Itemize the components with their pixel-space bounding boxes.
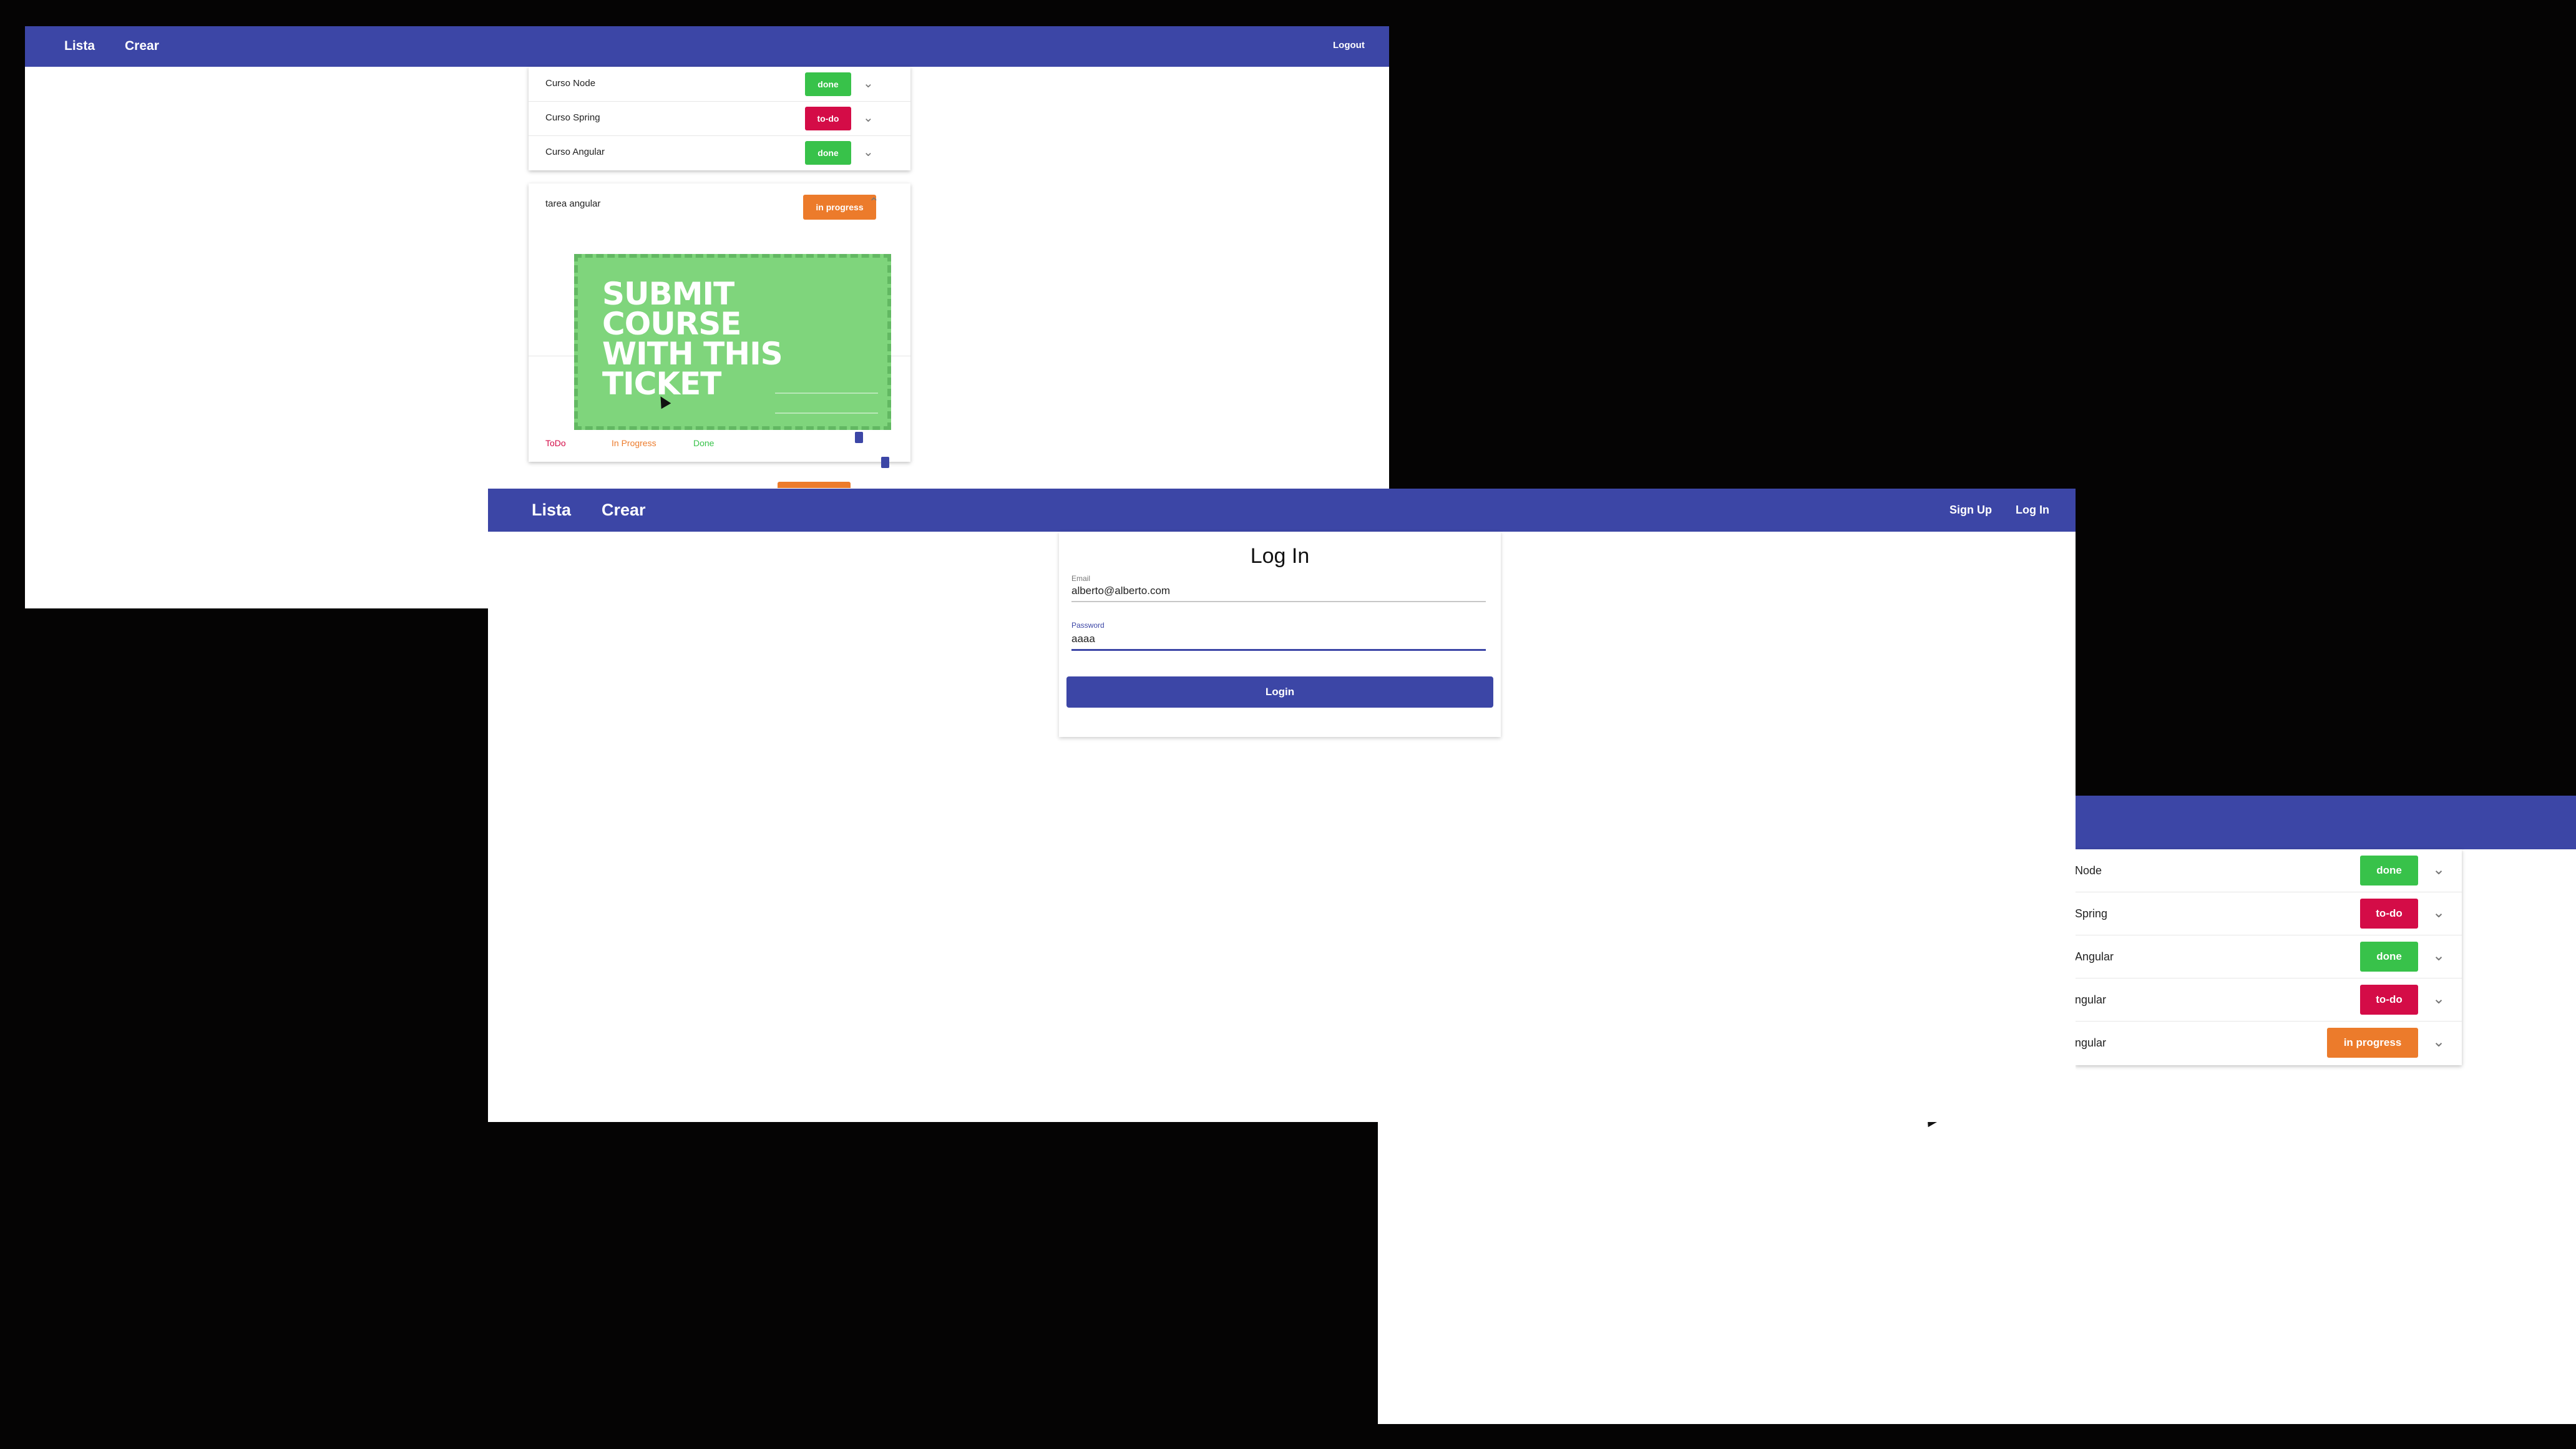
- task-name: Curso Node: [545, 78, 596, 89]
- status-badge-in-progress[interactable]: in progress: [2327, 1028, 2418, 1058]
- chevron-down-icon[interactable]: ⌄: [2432, 990, 2445, 1008]
- login-link[interactable]: Log In: [2016, 504, 2049, 517]
- ticket-fine-print: [775, 393, 878, 414]
- task-row[interactable]: Curso Node done ⌄: [529, 67, 910, 102]
- task-name: ngular: [2075, 1037, 2107, 1049]
- status-badge-done[interactable]: done: [805, 72, 851, 96]
- login-button[interactable]: Login: [1066, 676, 1493, 708]
- task-row[interactable]: Angular done ⌄: [2075, 935, 2462, 978]
- ticket-image-text: SUBMIT COURSE WITH THIS TICKET: [602, 276, 783, 402]
- status-badge-done[interactable]: done: [2360, 942, 2418, 972]
- task-row[interactable]: Curso Spring to-do ⌄: [529, 101, 910, 136]
- chevron-down-icon[interactable]: ⌄: [2432, 1033, 2445, 1051]
- delete-icon[interactable]: [881, 457, 889, 468]
- top-navbar: Lista Crear Logout: [25, 26, 1389, 67]
- task-name: Node: [2075, 864, 2102, 877]
- status-badge-done[interactable]: done: [2360, 856, 2418, 886]
- chevron-down-icon[interactable]: ⌄: [863, 110, 874, 125]
- password-label: Password: [1071, 621, 1105, 630]
- task-name: ngular: [2075, 993, 2107, 1006]
- status-badge-partial[interactable]: [778, 482, 851, 488]
- logout-link[interactable]: Logout: [1333, 40, 1365, 51]
- top-navbar: [2075, 796, 2576, 849]
- login-card: Log In Email alberto@alberto.com Passwor…: [1059, 532, 1501, 737]
- status-badge-done[interactable]: done: [805, 141, 851, 165]
- email-underline: [1071, 601, 1486, 602]
- task-row[interactable]: Curso Angular done ⌄: [529, 135, 910, 170]
- status-badge-todo[interactable]: to-do: [2360, 985, 2418, 1015]
- task-name: Curso Spring: [545, 112, 600, 123]
- task-name: Spring: [2075, 907, 2108, 920]
- chevron-down-icon[interactable]: ⌄: [863, 76, 874, 91]
- task-row[interactable]: Spring to-do ⌄: [2075, 892, 2462, 935]
- login-window: Lista Crear Sign Up Log In Log In Email …: [488, 489, 2076, 1122]
- task-list-card: Curso Node done ⌄ Curso Spring to-do ⌄ C…: [529, 67, 910, 170]
- nav-lista-link[interactable]: Lista: [64, 39, 95, 54]
- task-name: tarea angular: [545, 198, 601, 209]
- task-list-card: Node done ⌄ Spring to-do ⌄ Angular done …: [2075, 849, 2462, 1065]
- status-badge-todo[interactable]: to-do: [805, 107, 851, 130]
- nav-crear-link[interactable]: Crear: [125, 39, 159, 54]
- chevron-down-icon[interactable]: ⌄: [2432, 904, 2445, 922]
- task-row[interactable]: ngular in progress ⌄: [2075, 1022, 2462, 1064]
- password-underline: [1071, 649, 1486, 651]
- chevron-down-icon[interactable]: ⌄: [2432, 947, 2445, 965]
- signup-link[interactable]: Sign Up: [1949, 504, 1992, 517]
- login-title: Log In: [1250, 544, 1310, 568]
- status-badge-todo[interactable]: to-do: [2360, 899, 2418, 929]
- status-badge-in-progress[interactable]: in progress: [803, 195, 876, 220]
- done-action[interactable]: Done: [693, 438, 714, 448]
- email-field[interactable]: alberto@alberto.com: [1071, 585, 1170, 597]
- delete-icon[interactable]: [855, 432, 863, 443]
- task-row[interactable]: ngular to-do ⌄: [2075, 978, 2462, 1022]
- task-row[interactable]: Node done ⌄: [2075, 849, 2462, 892]
- nav-lista-link[interactable]: Lista: [532, 500, 571, 520]
- task-name: Curso Angular: [545, 147, 605, 157]
- in-progress-action[interactable]: In Progress: [612, 438, 656, 448]
- login-navbar: Lista Crear Sign Up Log In: [488, 489, 2076, 532]
- ticket-image: SUBMIT COURSE WITH THIS TICKET: [574, 254, 891, 430]
- email-label: Email: [1071, 574, 1091, 583]
- chevron-down-icon[interactable]: ⌄: [2432, 861, 2445, 879]
- todo-action[interactable]: ToDo: [545, 438, 566, 448]
- task-name: Angular: [2075, 950, 2114, 963]
- chevron-up-icon[interactable]: ⌃: [869, 195, 879, 210]
- chevron-down-icon[interactable]: ⌄: [863, 144, 874, 160]
- nav-crear-link[interactable]: Crear: [602, 500, 646, 520]
- password-field[interactable]: aaaa: [1071, 633, 1095, 645]
